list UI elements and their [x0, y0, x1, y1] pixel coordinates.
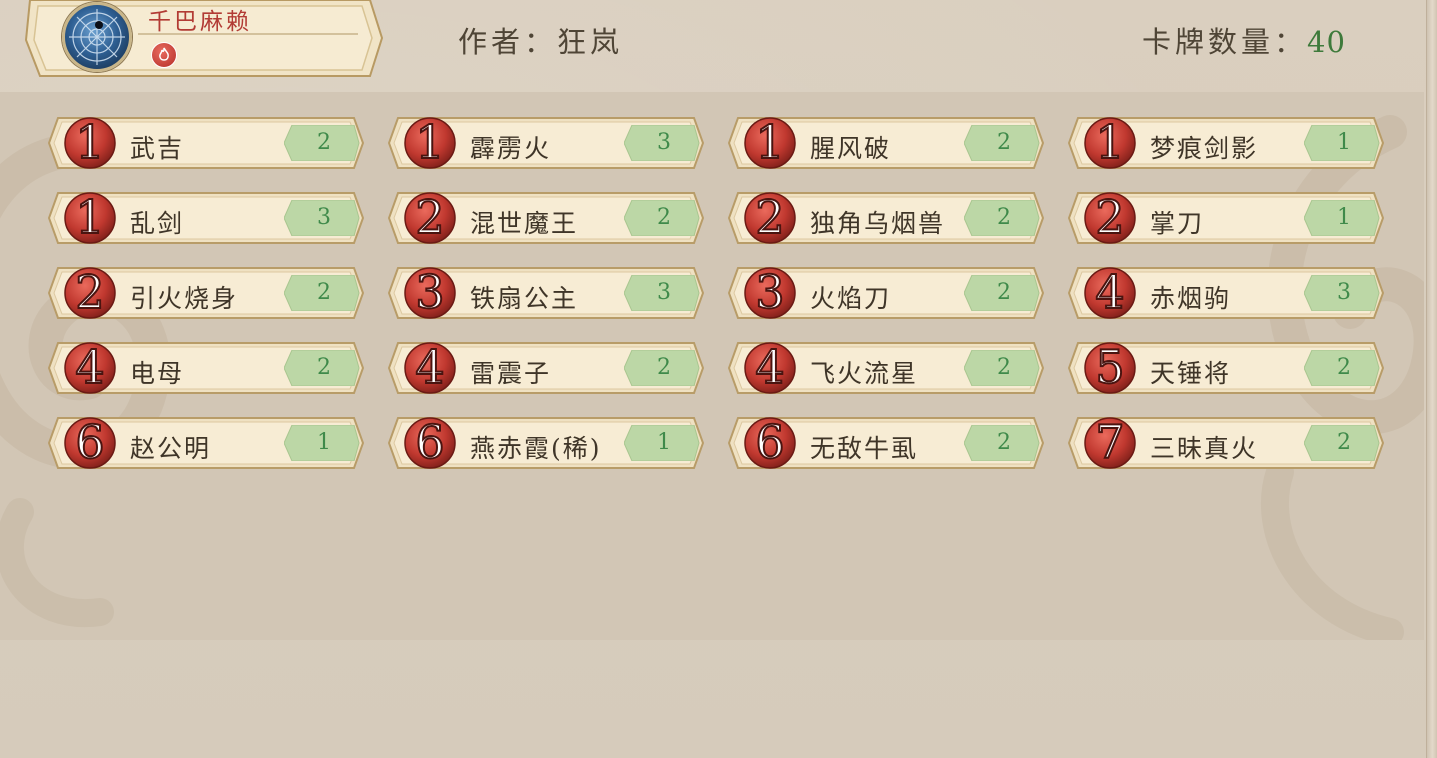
- card-copies: 3: [317, 205, 331, 230]
- spider-web-icon: [62, 2, 132, 72]
- card-row[interactable]: 4 电母 2: [48, 339, 364, 395]
- deck-title-banner[interactable]: 千巴麻赖: [18, 0, 384, 78]
- card-row[interactable]: 6 燕赤霞(稀) 1: [388, 414, 704, 470]
- card-cost: 6: [414, 414, 445, 470]
- card-copies: 1: [317, 430, 331, 455]
- card-cost: 7: [1094, 414, 1125, 470]
- card-name: 天锤将: [1150, 359, 1232, 388]
- card-copies: 2: [317, 130, 331, 155]
- card-row[interactable]: 1 武吉 2: [48, 114, 364, 170]
- card-cost: 6: [74, 414, 105, 470]
- card-cost: 2: [1094, 189, 1125, 245]
- card-cost: 4: [1094, 264, 1125, 320]
- card-copies: 1: [657, 430, 671, 455]
- card-row[interactable]: 1 梦痕剑影 1: [1068, 114, 1384, 170]
- card-copies: 2: [1337, 355, 1351, 380]
- card-row[interactable]: 6 赵公明 1: [48, 414, 364, 470]
- card-row[interactable]: 2 引火烧身 2: [48, 264, 364, 320]
- card-row[interactable]: 4 赤烟驹 3: [1068, 264, 1384, 320]
- card-cost: 6: [754, 414, 785, 470]
- card-name: 三昧真火: [1150, 434, 1259, 463]
- card-cost: 1: [74, 189, 105, 245]
- card-cost: 4: [754, 339, 785, 395]
- card-count-value: 40: [1307, 25, 1346, 59]
- card-name: 飞火流星: [810, 359, 919, 388]
- card-cost: 1: [754, 114, 785, 170]
- card-copies: 2: [997, 355, 1011, 380]
- card-copies: 2: [317, 280, 331, 305]
- card-cost: 1: [414, 114, 445, 170]
- card-count-label: 卡牌数量：: [1142, 25, 1308, 59]
- author-label: 作者：狂岚: [458, 25, 624, 59]
- card-row[interactable]: 6 无敌牛虱 2: [728, 414, 1044, 470]
- card-copies: 2: [1337, 430, 1351, 455]
- card-copies: 2: [997, 430, 1011, 455]
- card-name: 赤烟驹: [1150, 284, 1232, 313]
- card-name: 梦痕剑影: [1150, 134, 1259, 163]
- card-row[interactable]: 4 雷震子 2: [388, 339, 704, 395]
- card-cost: 3: [754, 264, 785, 320]
- card-name: 武吉: [130, 134, 185, 163]
- deck-name: 千巴麻赖: [148, 9, 252, 35]
- fire-element-icon: [151, 42, 177, 68]
- card-copies: 3: [1337, 280, 1351, 305]
- card-copies: 3: [657, 280, 671, 305]
- card-cost: 2: [754, 189, 785, 245]
- card-name: 混世魔王: [470, 209, 579, 238]
- card-row[interactable]: 1 乱剑 3: [48, 189, 364, 245]
- card-name: 燕赤霞(稀): [470, 434, 602, 463]
- card-row[interactable]: 7 三昧真火 2: [1068, 414, 1384, 470]
- card-row[interactable]: 2 掌刀 1: [1068, 189, 1384, 245]
- card-copies: 2: [657, 205, 671, 230]
- card-copies: 2: [997, 280, 1011, 305]
- card-cost: 2: [414, 189, 445, 245]
- card-name: 掌刀: [1150, 209, 1205, 238]
- scrollbar-edge: [1426, 0, 1437, 758]
- card-row[interactable]: 1 腥风破 2: [728, 114, 1044, 170]
- card-cost: 1: [74, 114, 105, 170]
- card-name: 引火烧身: [130, 284, 239, 313]
- card-row[interactable]: 4 飞火流星 2: [728, 339, 1044, 395]
- card-copies: 1: [1337, 130, 1351, 155]
- card-copies: 2: [657, 355, 671, 380]
- card-copies: 1: [1337, 205, 1351, 230]
- card-count: 卡牌数量：40: [1142, 19, 1346, 61]
- card-cost: 1: [1094, 114, 1125, 170]
- card-copies: 3: [657, 130, 671, 155]
- card-name: 腥风破: [810, 134, 892, 163]
- card-cost: 4: [414, 339, 445, 395]
- card-row[interactable]: 5 天锤将 2: [1068, 339, 1384, 395]
- card-cost: 2: [74, 264, 105, 320]
- card-row[interactable]: 2 混世魔王 2: [388, 189, 704, 245]
- card-copies: 2: [997, 205, 1011, 230]
- card-name: 电母: [130, 359, 185, 388]
- card-row[interactable]: 3 火焰刀 2: [728, 264, 1044, 320]
- card-name: 雷震子: [470, 359, 552, 388]
- card-row[interactable]: 2 独角乌烟兽 2: [728, 189, 1044, 245]
- card-row[interactable]: 1 霹雳火 3: [388, 114, 704, 170]
- card-name: 火焰刀: [810, 284, 892, 313]
- card-cost: 4: [74, 339, 105, 395]
- card-name: 霹雳火: [470, 134, 552, 163]
- card-name: 赵公明: [130, 434, 212, 463]
- card-cost: 3: [414, 264, 445, 320]
- card-cost: 5: [1094, 339, 1125, 395]
- card-name: 无敌牛虱: [810, 434, 919, 463]
- card-row[interactable]: 3 铁扇公主 3: [388, 264, 704, 320]
- card-copies: 2: [317, 355, 331, 380]
- card-copies: 2: [997, 130, 1011, 155]
- card-name: 乱剑: [130, 209, 185, 238]
- card-name: 独角乌烟兽: [810, 209, 946, 238]
- card-name: 铁扇公主: [470, 284, 579, 313]
